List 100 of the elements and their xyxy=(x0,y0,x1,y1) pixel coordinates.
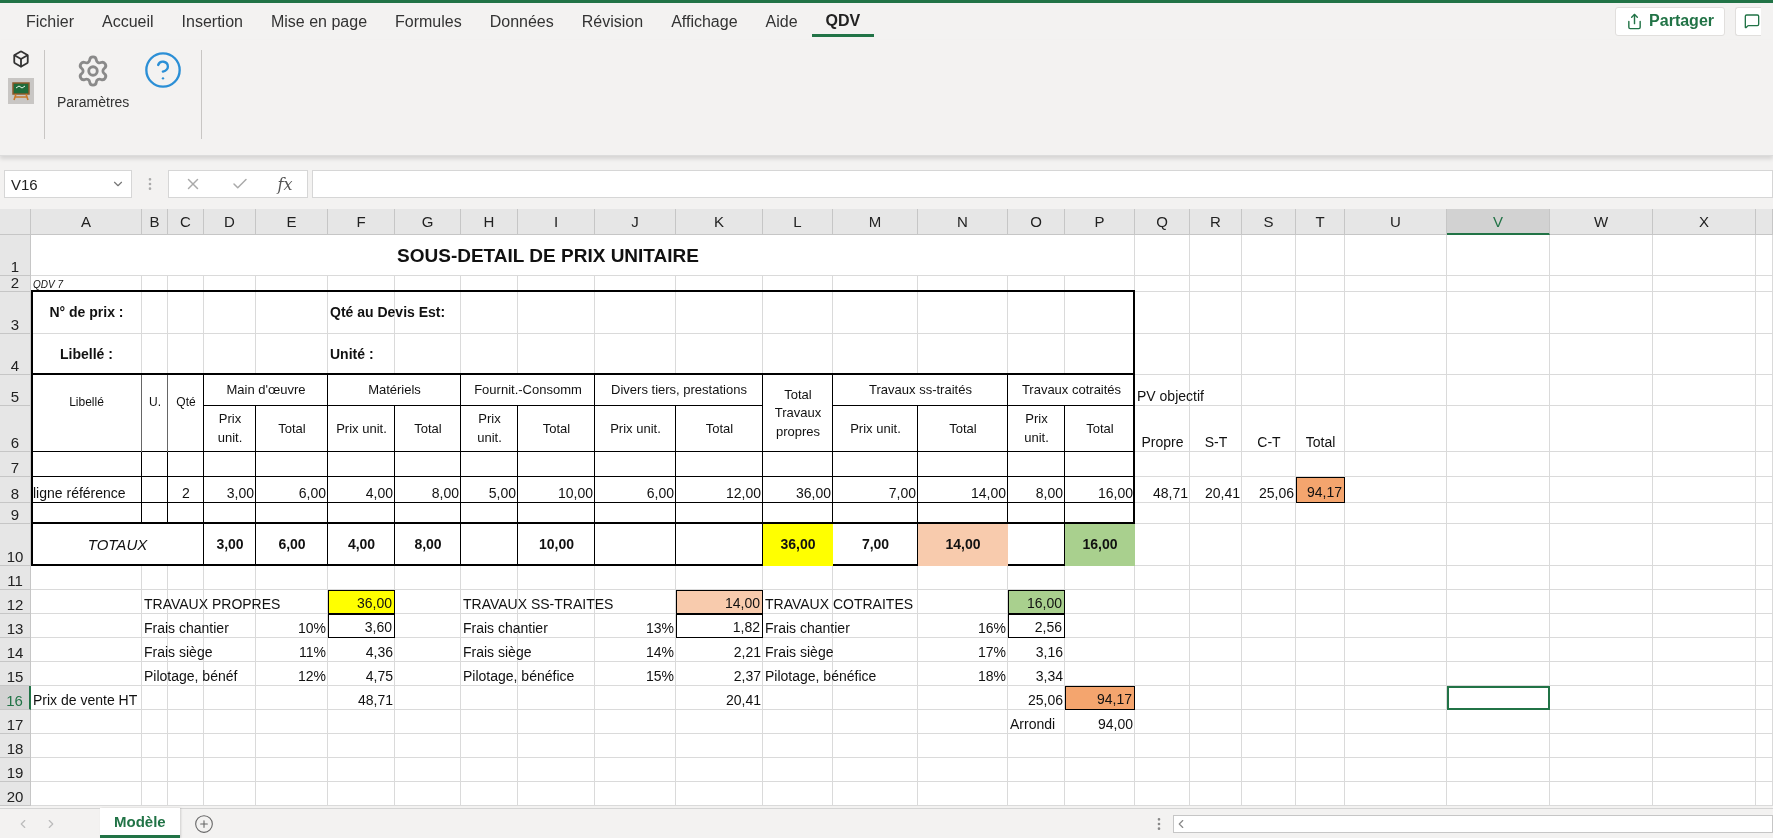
share-button[interactable]: Partager xyxy=(1615,6,1725,36)
column-header[interactable]: A xyxy=(31,209,142,236)
cell-label: Arrondi xyxy=(1010,716,1056,733)
cell-value: 8,00 xyxy=(1035,485,1063,502)
cell-label: Pilotage, bénéfice xyxy=(765,668,877,685)
row-header[interactable]: 10 xyxy=(0,524,31,567)
row-header[interactable]: 15 xyxy=(0,662,31,687)
cell-value: 5,00 xyxy=(488,485,516,502)
row-header[interactable]: 12 xyxy=(0,590,31,615)
column-header[interactable]: L xyxy=(763,209,833,236)
column-header[interactable]: S xyxy=(1242,209,1296,236)
column-header[interactable]: G xyxy=(395,209,461,236)
column-header[interactable]: U xyxy=(1345,209,1447,236)
cell-value: 4,00 xyxy=(365,485,393,502)
column-header[interactable]: M xyxy=(833,209,918,236)
select-all-button[interactable] xyxy=(0,209,31,236)
cell-value: 10% xyxy=(297,620,326,637)
cell-value: 10,00 xyxy=(557,485,593,502)
column-header[interactable]: Q xyxy=(1135,209,1190,236)
column-header[interactable]: R xyxy=(1190,209,1242,236)
column-header[interactable] xyxy=(1756,209,1773,236)
row-header[interactable]: 8 xyxy=(0,477,31,504)
cell-label: Propre xyxy=(1141,434,1184,451)
column-header[interactable]: K xyxy=(676,209,763,236)
row-header[interactable]: 13 xyxy=(0,614,31,639)
active-cell[interactable] xyxy=(1447,686,1550,711)
column-header[interactable]: I xyxy=(518,209,595,236)
menu-tab[interactable]: Fichier xyxy=(12,7,88,36)
board-button[interactable] xyxy=(8,77,34,104)
cell-label: Main d'œuvre xyxy=(226,381,306,400)
menu-tab[interactable]: Affichage xyxy=(657,7,752,36)
formula-input[interactable] xyxy=(312,170,1773,199)
row-header[interactable]: 7 xyxy=(0,452,31,478)
cell-label: Prix unit. xyxy=(1023,410,1050,448)
add-sheet-icon[interactable] xyxy=(193,813,214,834)
column-header[interactable]: F xyxy=(328,209,395,236)
name-box[interactable]: V16 xyxy=(4,170,132,199)
row-header[interactable]: 19 xyxy=(0,758,31,783)
sheet-tab[interactable]: Modèle xyxy=(100,808,180,838)
column-header[interactable]: D xyxy=(204,209,256,236)
cell-value: 6,00 xyxy=(278,536,306,553)
column-header[interactable]: W xyxy=(1550,209,1653,236)
column-header[interactable]: J xyxy=(595,209,676,236)
cell-label: Prix unit. xyxy=(336,419,387,438)
insert-function-button[interactable]: fx xyxy=(277,174,293,194)
row-header[interactable]: 14 xyxy=(0,638,31,663)
cell-label: Pilotage, bénéf xyxy=(144,668,238,685)
column-header[interactable]: N xyxy=(918,209,1008,236)
cell-label: Total xyxy=(1086,419,1114,438)
column-header[interactable]: E xyxy=(256,209,328,236)
menu-tab[interactable]: Formules xyxy=(381,7,476,36)
settings-button[interactable]: Paramètres xyxy=(55,49,132,114)
cell-value: 15% xyxy=(645,668,674,685)
row-header[interactable]: 4 xyxy=(0,334,31,376)
column-header[interactable]: X xyxy=(1653,209,1756,236)
row-header[interactable]: 20 xyxy=(0,782,31,807)
row-header[interactable]: 6 xyxy=(0,406,31,453)
menu-tab[interactable]: QDV xyxy=(811,5,875,37)
cell-value: 7,00 xyxy=(888,485,916,502)
row-header[interactable]: 5 xyxy=(0,375,31,407)
cell-label: Total xyxy=(278,419,306,438)
row-header[interactable]: 1 xyxy=(0,235,31,277)
cell-label: Prix unit. xyxy=(476,410,503,448)
help-icon[interactable] xyxy=(143,49,184,90)
cell-value: 20,41 xyxy=(725,692,761,709)
column-header[interactable]: B xyxy=(142,209,168,236)
highlighted-cell: 3,60 xyxy=(328,614,395,639)
cell-value: 17% xyxy=(977,644,1006,661)
menu-tab[interactable]: Révision xyxy=(567,7,658,36)
column-header[interactable]: H xyxy=(461,209,518,236)
row-header[interactable]: 3 xyxy=(0,292,31,335)
comments-button[interactable] xyxy=(1735,6,1761,36)
column-header[interactable]: V xyxy=(1447,209,1550,236)
row-header[interactable]: 9 xyxy=(0,503,31,525)
cell-value: 2,37 xyxy=(733,668,761,685)
cell-value: 48,71 xyxy=(1152,485,1188,502)
menu-tab[interactable]: Aide xyxy=(751,7,812,36)
horizontal-scrollbar[interactable] xyxy=(1173,814,1773,833)
cell-label: Matériels xyxy=(368,381,421,400)
row-header[interactable]: 11 xyxy=(0,566,31,591)
cell-value: 16,00 xyxy=(1097,485,1133,502)
cell-value: 10,00 xyxy=(538,536,574,553)
cell-label: Total xyxy=(542,419,571,438)
row-header[interactable]: 18 xyxy=(0,734,31,759)
row-header[interactable]: 17 xyxy=(0,710,31,735)
cell-label: Prix de vente HT xyxy=(33,692,138,709)
cell-label: Frais siège xyxy=(463,644,532,661)
cell-label: Qté au Devis Est: xyxy=(330,304,446,321)
column-header[interactable]: T xyxy=(1296,209,1345,236)
row-header[interactable]: 2 xyxy=(0,276,31,293)
column-header[interactable]: C xyxy=(168,209,204,236)
menu-tab[interactable]: Insertion xyxy=(167,7,257,36)
column-header[interactable]: P xyxy=(1065,209,1135,236)
menu-tab[interactable]: Accueil xyxy=(88,7,168,36)
cell-label: Travaux ss-traités xyxy=(869,381,972,400)
menu-tab[interactable]: Données xyxy=(475,7,568,36)
column-header[interactable]: O xyxy=(1008,209,1065,236)
cell-label: TRAVAUX SS-TRAITES xyxy=(463,596,614,613)
menu-tab[interactable]: Mise en page xyxy=(256,7,382,36)
row-header[interactable]: 16 xyxy=(0,686,31,711)
